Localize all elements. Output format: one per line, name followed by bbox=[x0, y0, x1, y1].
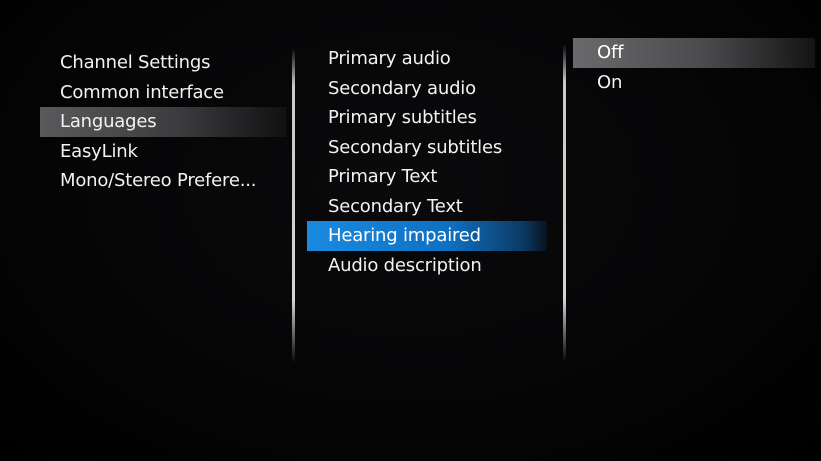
option-secondary-subtitles[interactable]: Secondary subtitles bbox=[307, 133, 547, 163]
option-hearing-impaired[interactable]: Hearing impaired bbox=[307, 221, 547, 251]
option-primary-audio[interactable]: Primary audio bbox=[307, 44, 547, 74]
value-list: Off On bbox=[573, 38, 815, 97]
menu-item-easylink[interactable]: EasyLink bbox=[40, 137, 286, 167]
category-list: Channel Settings Common interface Langua… bbox=[40, 48, 286, 196]
option-primary-text[interactable]: Primary Text bbox=[307, 162, 547, 192]
menu-item-common-interface[interactable]: Common interface bbox=[40, 78, 286, 108]
tv-settings-screen: Channel Settings Common interface Langua… bbox=[0, 0, 821, 461]
option-secondary-text[interactable]: Secondary Text bbox=[307, 192, 547, 222]
menu-item-mono-stereo[interactable]: Mono/Stereo Prefere... bbox=[40, 166, 286, 196]
option-audio-description[interactable]: Audio description bbox=[307, 251, 547, 281]
menu-item-channel-settings[interactable]: Channel Settings bbox=[40, 48, 286, 78]
value-on[interactable]: On bbox=[573, 68, 815, 98]
language-options-list: Primary audio Secondary audio Primary su… bbox=[307, 44, 547, 280]
option-secondary-audio[interactable]: Secondary audio bbox=[307, 74, 547, 104]
menu-item-languages[interactable]: Languages bbox=[40, 107, 286, 137]
value-off[interactable]: Off bbox=[573, 38, 815, 68]
column-divider bbox=[563, 44, 566, 362]
column-divider bbox=[292, 48, 295, 363]
option-primary-subtitles[interactable]: Primary subtitles bbox=[307, 103, 547, 133]
